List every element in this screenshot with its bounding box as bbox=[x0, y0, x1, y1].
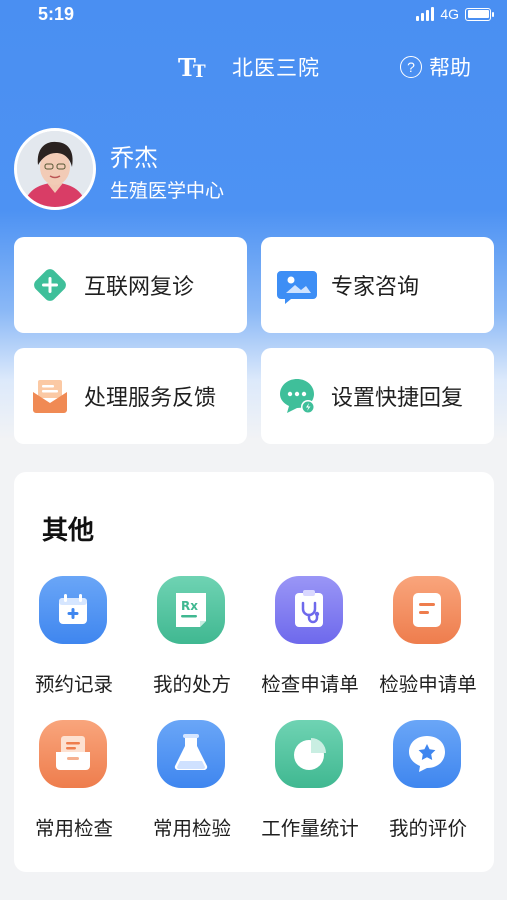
appointment-records-label: 预约记录 bbox=[34, 673, 113, 696]
service-feedback-label: 处理服务反馈 bbox=[84, 386, 217, 411]
service-feedback-card[interactable]: 处理服务反馈 bbox=[14, 348, 247, 444]
battery-icon bbox=[465, 7, 494, 21]
font-toggle-glyph-small: T bbox=[193, 62, 206, 80]
image-chat-icon bbox=[277, 271, 317, 304]
lab-request-label: 检验申请单 bbox=[379, 673, 477, 696]
chat-bolt-icon bbox=[280, 379, 315, 414]
others-title: 其他 bbox=[42, 516, 95, 546]
network-type: 4G bbox=[440, 6, 459, 22]
plus-diamond-icon bbox=[34, 269, 66, 301]
status-indicators: 4G bbox=[416, 6, 494, 22]
exam-request-item[interactable]: 检查申请单 bbox=[250, 576, 370, 716]
appointment-records-item[interactable]: 预约记录 bbox=[14, 576, 134, 716]
form-icon bbox=[393, 576, 461, 644]
lab-request-item[interactable]: 检验申请单 bbox=[368, 576, 488, 716]
pie-chart-icon bbox=[275, 720, 343, 788]
common-exams-label: 常用检查 bbox=[34, 817, 113, 840]
my-prescriptions-item[interactable]: Rx 我的处方 bbox=[132, 576, 252, 716]
expert-consult-card[interactable]: 专家咨询 bbox=[261, 237, 494, 333]
my-reviews-item[interactable]: 我的评价 bbox=[368, 720, 488, 860]
calendar-plus-icon bbox=[39, 576, 107, 644]
my-prescriptions-label: 我的处方 bbox=[152, 673, 231, 696]
page-title: 北医三院 bbox=[232, 56, 320, 80]
common-labs-label: 常用检验 bbox=[152, 817, 231, 840]
workload-stats-label: 工作量统计 bbox=[261, 817, 359, 840]
status-bar: 5:19 4G bbox=[0, 0, 507, 30]
stethoscope-clipboard-icon bbox=[275, 576, 343, 644]
online-revisit-label: 互联网复诊 bbox=[84, 275, 195, 300]
my-reviews-label: 我的评价 bbox=[388, 817, 467, 840]
exam-request-label: 检查申请单 bbox=[261, 673, 359, 696]
flask-icon bbox=[157, 720, 225, 788]
help-button[interactable]: ? 帮助 bbox=[400, 52, 471, 82]
quick-reply-card[interactable]: 设置快捷回复 bbox=[261, 348, 494, 444]
font-size-icon[interactable]: T T bbox=[178, 54, 210, 80]
doctor-department: 生殖医学中心 bbox=[110, 180, 225, 202]
online-revisit-card[interactable]: 互联网复诊 bbox=[14, 237, 247, 333]
expert-consult-label: 专家咨询 bbox=[331, 275, 420, 300]
status-time: 5:19 bbox=[38, 4, 75, 24]
avatar-image bbox=[17, 131, 93, 207]
signal-icon bbox=[416, 7, 435, 21]
prescription-icon: Rx bbox=[157, 576, 225, 644]
nav-bar: T T 北医三院 ? 帮助 bbox=[0, 38, 507, 94]
others-section: 其他 预约记录 Rx 我的处方 检查申请单 检验申请单 常用检查 常用检验 工作… bbox=[14, 472, 494, 872]
doctor-name: 乔杰 bbox=[110, 144, 158, 172]
help-icon: ? bbox=[400, 56, 422, 78]
star-chat-icon bbox=[393, 720, 461, 788]
doctor-profile[interactable]: 乔杰 生殖医学中心 bbox=[14, 128, 494, 212]
common-exams-item[interactable]: 常用检查 bbox=[14, 720, 134, 860]
help-label: 帮助 bbox=[429, 56, 471, 80]
common-labs-item[interactable]: 常用检验 bbox=[132, 720, 252, 860]
envelope-icon bbox=[33, 380, 67, 413]
workload-stats-item[interactable]: 工作量统计 bbox=[250, 720, 370, 860]
tray-icon bbox=[39, 720, 107, 788]
quick-reply-label: 设置快捷回复 bbox=[331, 386, 464, 411]
prescription-icon-glyph: Rx bbox=[181, 599, 198, 613]
avatar[interactable] bbox=[14, 128, 96, 210]
